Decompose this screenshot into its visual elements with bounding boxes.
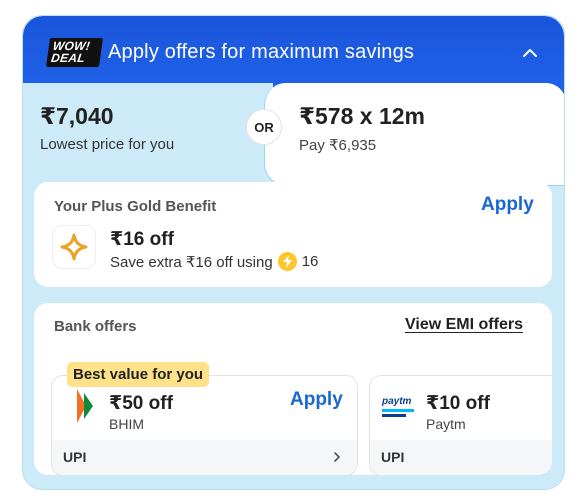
bhim-logo-icon (77, 389, 93, 423)
bank-offer-card-paytm[interactable]: paytm ₹10 off Paytm UPI (369, 375, 552, 475)
plus-gold-description: Save extra ₹16 off using 16 (110, 252, 318, 271)
emi-price-panel[interactable] (264, 83, 564, 186)
bhim-offer-footer-label: UPI (63, 449, 87, 465)
lowest-price-amount: ₹7,040 (40, 103, 114, 129)
emi-price-amount: ₹578 x 12m (299, 103, 425, 129)
wow-deal-badge: WOW! DEAL (45, 38, 104, 67)
plus-gold-apply-button[interactable]: Apply (481, 194, 534, 216)
or-divider-badge: OR (246, 109, 282, 145)
bank-offers-section: Bank offers View EMI offers ₹50 off BHIM… (34, 303, 552, 475)
bank-offer-card-bhim[interactable]: ₹50 off BHIM Apply UPI (51, 375, 358, 475)
bank-offers-title: Bank offers (54, 318, 137, 335)
paytm-offer-footer-label: UPI (381, 449, 405, 465)
chevron-right-icon (334, 452, 341, 462)
paytm-offer-name: Paytm (426, 416, 466, 432)
plus-gold-title: Your Plus Gold Benefit (54, 198, 217, 215)
paytm-offer-footer[interactable]: UPI (370, 440, 552, 475)
supercoin-icon (277, 252, 297, 271)
offers-card: WOW! DEAL Apply offers for maximum savin… (22, 15, 565, 490)
paytm-offer-amount: ₹10 off (426, 393, 490, 414)
plus-gold-amount: ₹16 off (110, 229, 174, 250)
bhim-offer-apply-button[interactable]: Apply (290, 389, 343, 411)
plus-gold-benefit-section: Your Plus Gold Benefit Apply ₹16 off Sav… (34, 182, 552, 287)
chevron-up-icon[interactable] (520, 43, 540, 63)
bhim-offer-name: BHIM (109, 416, 144, 432)
plus-gold-icon-box (52, 225, 96, 269)
wow-deal-line2: DEAL (50, 51, 87, 65)
supercoin-count: 16 (301, 253, 319, 270)
emi-price-label: Pay ₹6,935 (299, 137, 377, 154)
view-emi-offers-link[interactable]: View EMI offers (405, 316, 523, 334)
plus-gold-icon (60, 233, 88, 261)
bhim-offer-footer[interactable]: UPI (52, 440, 357, 475)
lowest-price-panel (23, 83, 273, 185)
plus-gold-desc-text: Save extra ₹16 off using (110, 253, 273, 271)
paytm-logo-icon: paytm (382, 396, 414, 417)
bhim-offer-amount: ₹50 off (109, 393, 173, 414)
header-title: Apply offers for maximum savings (108, 41, 415, 63)
lowest-price-label: Lowest price for you (40, 136, 175, 153)
best-value-badge: Best value for you (67, 362, 210, 387)
